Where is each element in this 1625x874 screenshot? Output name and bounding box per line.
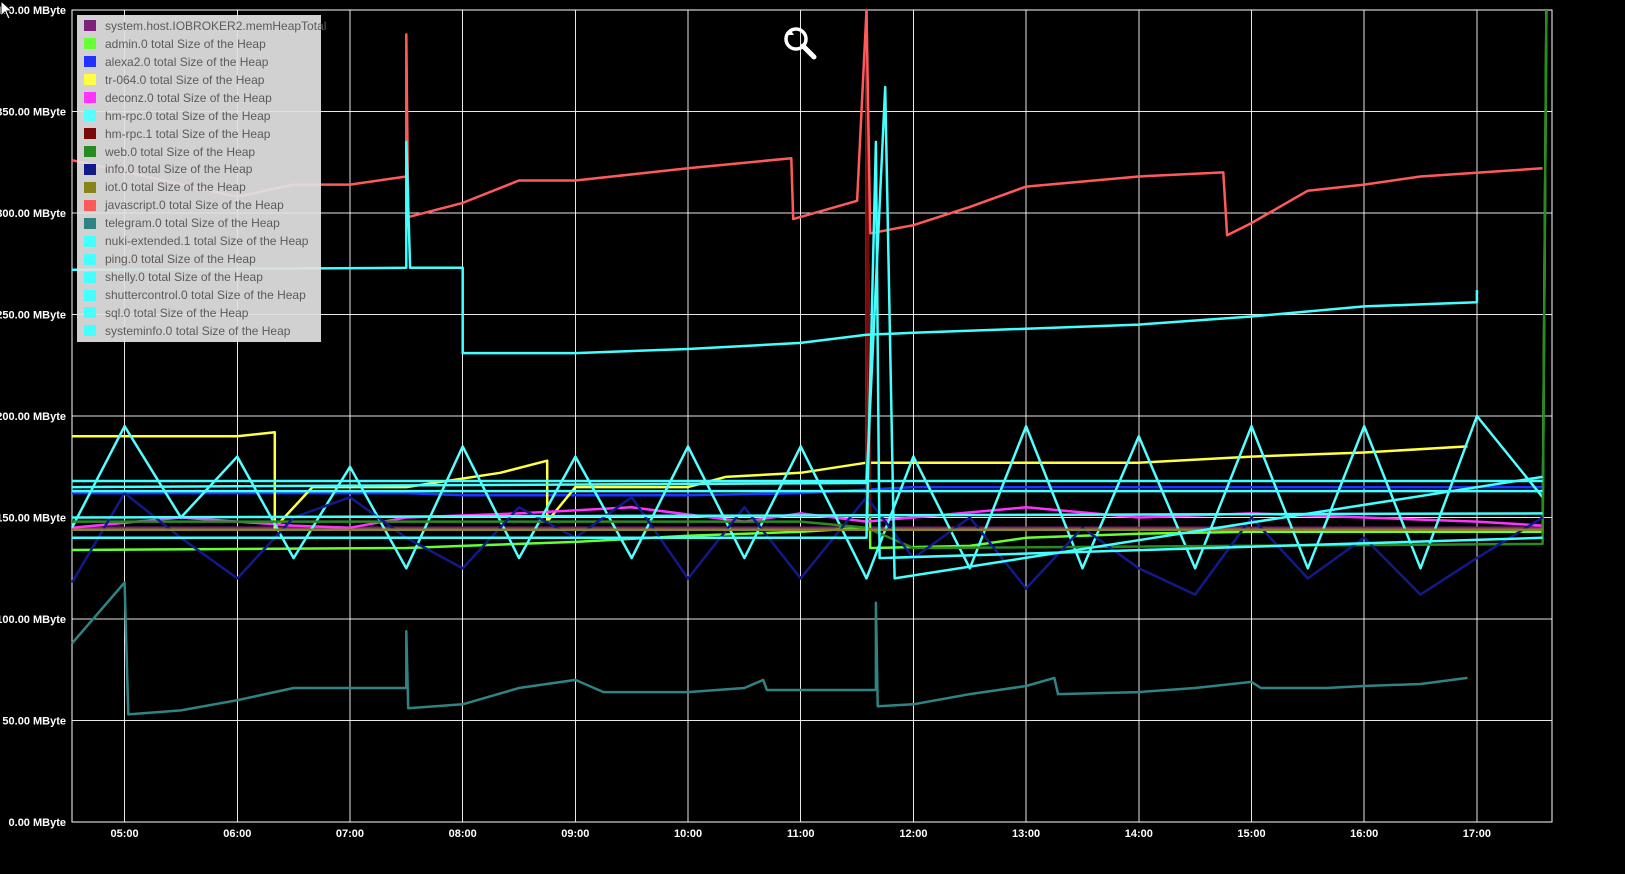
legend-item[interactable]: admin.0 total Size of the Heap [77,35,321,53]
legend-swatch [84,217,96,229]
series-line [71,581,1468,716]
legend-item[interactable]: telegram.0 total Size of the Heap [77,214,321,232]
y-tick-label: 200.00 MByte [0,411,66,423]
x-tick-label: 08:00 [449,828,477,840]
x-tick-label: 13:00 [1012,828,1040,840]
legend-swatch [84,181,96,193]
legend-item[interactable]: hm-rpc.0 total Size of the Heap [77,107,321,125]
legend-swatch [84,163,96,175]
x-tick-label: 12:00 [899,828,927,840]
x-tick-label: 09:00 [561,828,589,840]
x-axis-ticks: 05:00 06:00 07:00 08:00 09:00 10:00 11:00 12:00… [111,828,1491,840]
legend-label: systeminfo.0 total Size of the Heap [105,323,291,338]
legend-label: ping.0 total Size of the Heap [105,252,256,267]
legend-item[interactable]: shelly.0 total Size of the Heap [77,268,321,286]
legend-swatch [84,110,96,122]
legend-item[interactable]: javascript.0 total Size of the Heap [77,196,321,214]
legend-item[interactable]: shuttercontrol.0 total Size of the Heap [77,286,321,304]
y-tick-label: 350.00 MByte [0,107,66,119]
legend-label: admin.0 total Size of the Heap [105,36,266,51]
legend-swatch [84,253,96,265]
legend-label: nuki-extended.1 total Size of the Heap [105,234,309,249]
y-tick-label: 100.00 MByte [0,614,66,626]
legend-swatch [84,56,96,68]
legend-item[interactable]: ping.0 total Size of the Heap [77,250,321,268]
legend-swatch [84,92,96,104]
legend-item[interactable]: system.host.IOBROKER2.memHeapTotal [77,17,326,35]
legend-swatch [84,38,96,50]
legend-swatch [84,128,96,140]
y-tick-label: 0.00 MByte [9,817,66,829]
legend-item[interactable]: tr-064.0 total Size of the Heap [77,71,321,89]
legend-label: iot.0 total Size of the Heap [105,180,246,195]
x-tick-label: 10:00 [674,828,702,840]
y-tick-label: 300.00 MByte [0,208,66,220]
legend-label: shuttercontrol.0 total Size of the Heap [105,288,306,303]
legend-swatch [84,289,96,301]
mouse-cursor-icon [0,0,14,20]
chart-legend: system.host.IOBROKER2.memHeapTotal admin.… [77,15,326,342]
legend-swatch [84,325,96,337]
legend-item[interactable]: nuki-extended.1 total Size of the Heap [77,232,321,250]
legend-swatch [84,74,96,86]
legend-label: hm-rpc.0 total Size of the Heap [105,108,271,123]
y-tick-label: 50.00 MByte [2,716,66,728]
legend-swatch [84,307,96,319]
legend-swatch [84,199,96,211]
x-tick-label: 07:00 [336,828,364,840]
legend-label: hm-rpc.1 total Size of the Heap [105,126,271,141]
legend-item[interactable]: hm-rpc.1 total Size of the Heap [77,125,321,143]
x-tick-label: 17:00 [1463,828,1491,840]
x-tick-label: 14:00 [1125,828,1153,840]
x-tick-label: 11:00 [787,828,815,840]
x-tick-label: 16:00 [1350,828,1378,840]
legend-swatch [84,271,96,283]
legend-item[interactable]: info.0 total Size of the Heap [77,161,321,179]
x-tick-label: 05:00 [111,828,139,840]
legend-item[interactable]: systeminfo.0 total Size of the Heap [77,322,321,340]
legend-label: system.host.IOBROKER2.memHeapTotal [105,18,327,33]
y-tick-label: 150.00 MByte [0,513,66,525]
legend-label: shelly.0 total Size of the Heap [105,270,263,285]
y-axis-ticks: 0.00 MByte 50.00 MByte 100.00 MByte 150.00 … [0,5,66,829]
x-tick-label: 15:00 [1237,828,1265,840]
zoom-reset-icon[interactable] [780,23,820,63]
legend-item[interactable]: sql.0 total Size of the Heap [77,304,321,322]
legend-label: alexa2.0 total Size of the Heap [105,54,269,69]
legend-swatch [84,146,96,158]
legend-label: deconz.0 total Size of the Heap [105,90,272,105]
legend-label: javascript.0 total Size of the Heap [105,198,284,213]
legend-item[interactable]: iot.0 total Size of the Heap [77,178,321,196]
legend-item[interactable]: deconz.0 total Size of the Heap [77,89,321,107]
y-tick-label: 250.00 MByte [0,310,66,322]
legend-item[interactable]: alexa2.0 total Size of the Heap [77,53,321,71]
series-line [70,414,1544,580]
legend-swatch [84,20,96,32]
legend-label: info.0 total Size of the Heap [105,162,253,177]
legend-swatch [84,235,96,247]
legend-label: web.0 total Size of the Heap [105,144,256,159]
legend-item[interactable]: web.0 total Size of the Heap [77,143,321,161]
legend-label: sql.0 total Size of the Heap [105,305,249,320]
x-tick-label: 06:00 [223,828,251,840]
legend-label: tr-064.0 total Size of the Heap [105,72,265,87]
legend-label: telegram.0 total Size of the Heap [105,216,280,231]
